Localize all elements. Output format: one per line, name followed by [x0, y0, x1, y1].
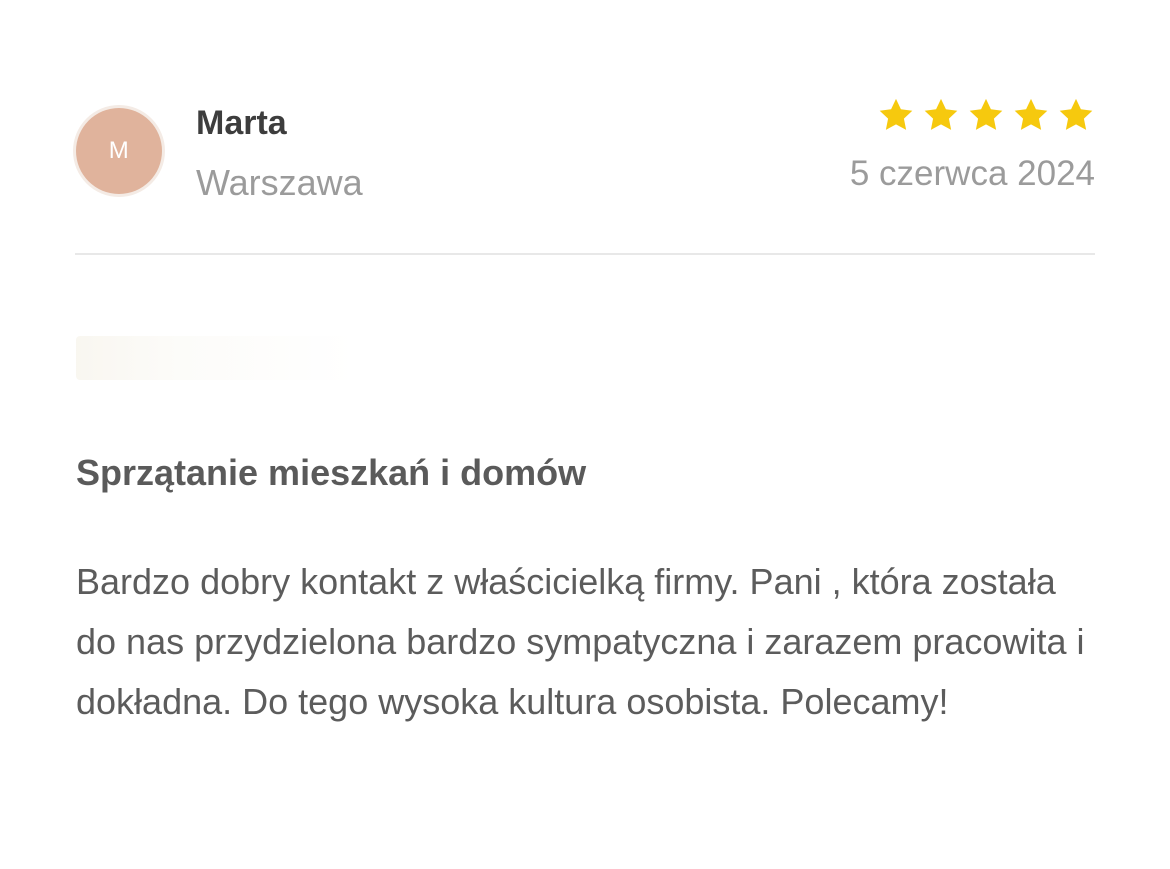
star-icon: [1059, 98, 1093, 130]
divider: [75, 253, 1095, 255]
review-card: M Marta Warszawa 5 czerwca 2024 Sprzątan…: [0, 0, 1170, 869]
reviewer-name: Marta: [196, 104, 287, 142]
star-icon: [924, 98, 958, 130]
star-rating: [877, 96, 1095, 134]
review-text: Bardzo dobry kontakt z właścicielką firm…: [76, 561, 1085, 722]
service-title: Sprzątanie mieszkań i domów: [76, 452, 587, 493]
star-icon: [1014, 98, 1048, 130]
star-icon: [969, 98, 1003, 130]
avatar-initial: M: [108, 137, 130, 164]
review-date: 5 czerwca 2024: [849, 154, 1095, 193]
review-header: M Marta Warszawa 5 czerwca 2024: [76, 96, 1095, 216]
avatar: M: [76, 108, 162, 194]
star-icon: [879, 98, 913, 130]
reviewer-city: Warszawa: [196, 162, 363, 203]
faded-content: [76, 336, 356, 380]
